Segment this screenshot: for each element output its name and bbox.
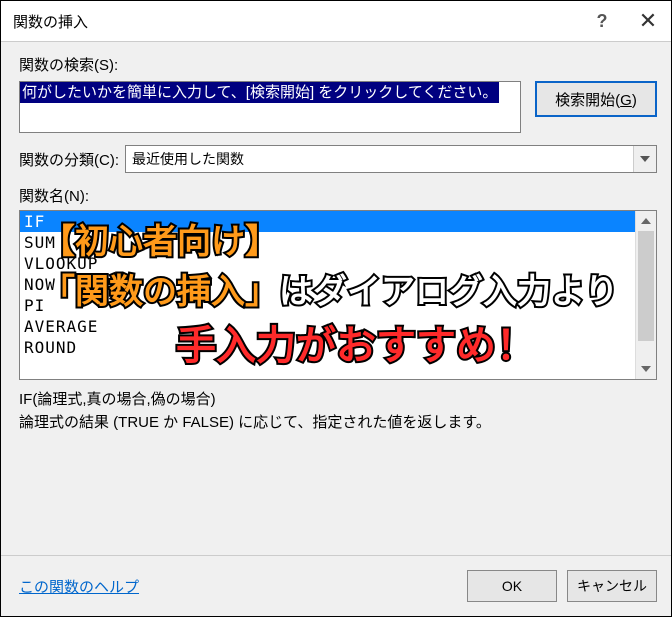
function-description: 論理式の結果 (TRUE か FALSE) に応じて、指定された値を返します。 <box>19 411 657 432</box>
scroll-track <box>636 341 656 359</box>
insert-function-dialog: 関数の挿入 ? ✕ 関数の検索(S): 何がしたいかを簡単に入力して、[検索開始… <box>0 0 672 617</box>
function-signature: IF(論理式,真の場合,偽の場合) <box>19 388 657 409</box>
function-listbox[interactable]: IF SUM VLOOKUP NOW PI AVERAGE ROUND <box>19 210 657 380</box>
category-row: 関数の分類(C): 最近使用した関数 <box>19 145 657 173</box>
scrollbar[interactable] <box>635 211 656 379</box>
list-item[interactable]: SUM <box>20 232 635 253</box>
search-input[interactable]: 何がしたいかを簡単に入力して、[検索開始] をクリックしてください。 <box>19 81 521 133</box>
chevron-down-icon <box>633 146 656 172</box>
function-list-inner: IF SUM VLOOKUP NOW PI AVERAGE ROUND <box>20 211 635 379</box>
window-title: 関数の挿入 <box>13 11 579 32</box>
cancel-button[interactable]: キャンセル <box>567 570 657 602</box>
scroll-thumb[interactable] <box>638 231 654 341</box>
search-start-label: 検索開始(G) <box>555 89 637 110</box>
dialog-body: 関数の検索(S): 何がしたいかを簡単に入力して、[検索開始] をクリックしてく… <box>1 42 671 555</box>
list-item[interactable]: NOW <box>20 274 635 295</box>
list-item[interactable]: PI <box>20 295 635 316</box>
category-selected: 最近使用した関数 <box>132 149 244 169</box>
list-item[interactable]: ROUND <box>20 337 635 358</box>
close-icon[interactable]: ✕ <box>625 1 671 41</box>
list-item[interactable]: AVERAGE <box>20 316 635 337</box>
titlebar: 関数の挿入 ? ✕ <box>1 1 671 42</box>
list-item[interactable]: VLOOKUP <box>20 253 635 274</box>
help-icon[interactable]: ? <box>579 1 625 41</box>
list-item[interactable]: IF <box>20 211 635 232</box>
dialog-footer: この関数のヘルプ OK キャンセル <box>1 555 671 616</box>
search-start-button[interactable]: 検索開始(G) <box>535 81 657 117</box>
category-select[interactable]: 最近使用した関数 <box>125 145 657 173</box>
scroll-down-icon[interactable] <box>636 359 656 379</box>
search-label: 関数の検索(S): <box>19 54 657 75</box>
function-list-label: 関数名(N): <box>19 185 657 206</box>
search-row: 何がしたいかを簡単に入力して、[検索開始] をクリックしてください。 検索開始(… <box>19 81 657 133</box>
help-link[interactable]: この関数のヘルプ <box>19 576 139 597</box>
search-input-text: 何がしたいかを簡単に入力して、[検索開始] をクリックしてください。 <box>20 82 499 103</box>
category-label: 関数の分類(C): <box>19 149 119 170</box>
scroll-up-icon[interactable] <box>636 211 656 231</box>
ok-button[interactable]: OK <box>467 570 557 602</box>
